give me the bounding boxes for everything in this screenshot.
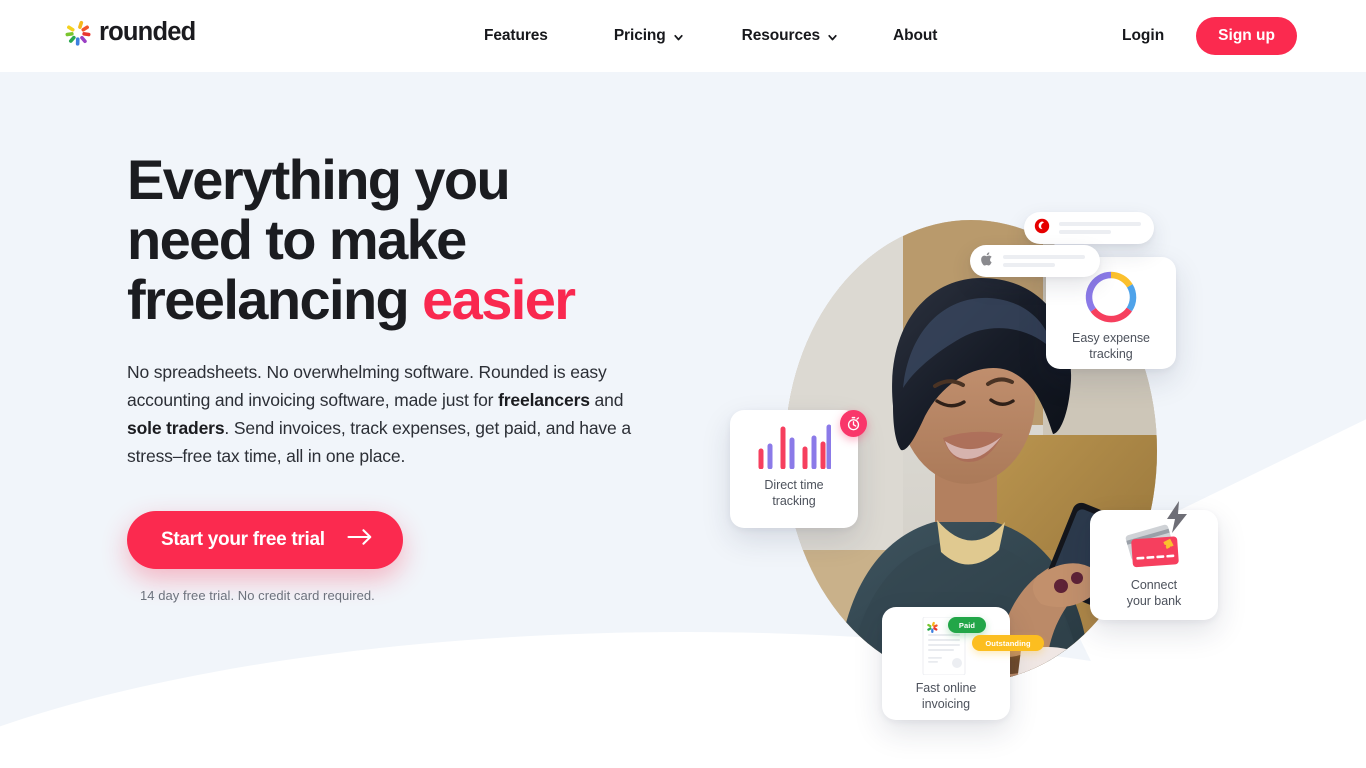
feature-card-time-line-2: tracking (772, 493, 816, 508)
brand-logo-link[interactable]: rounded (64, 18, 196, 47)
hero-cta-group: Start your free trial 14 day free trial.… (127, 511, 687, 603)
stopwatch-icon (840, 410, 867, 437)
lightning-bolt-icon (1164, 500, 1190, 539)
feature-card-invoicing-label: Fast online invoicing (916, 681, 977, 712)
hero-paragraph-bold-freelancers: freelancers (498, 390, 590, 410)
start-free-trial-button[interactable]: Start your free trial (127, 511, 403, 569)
top-navigation-bar: rounded Features Pricing Resources About… (0, 0, 1366, 72)
feature-card-expense-line-1: Easy expense (1072, 331, 1150, 345)
feature-card-time-line-1: Direct time (764, 478, 824, 492)
feature-card-bank-line-1: Connect (1130, 578, 1178, 592)
nav-item-about[interactable]: About (893, 27, 937, 45)
nav-account-actions: Login Sign up (1122, 0, 1297, 72)
primary-nav-links: Features Pricing Resources About (484, 0, 937, 72)
hero-title-line-2: need to make (127, 208, 467, 271)
feature-card-expense-line-2: tracking (1089, 346, 1133, 361)
feature-card-bank-label: Connect your bank (1126, 578, 1182, 609)
hero-title-accent: easier (422, 268, 576, 331)
rounded-petal-logo-icon (64, 19, 92, 47)
signup-button[interactable]: Sign up (1196, 17, 1297, 55)
hero-copy: Everything you need to make freelancing … (127, 150, 687, 603)
feature-card-invoicing-line-1: Fast online (915, 681, 977, 695)
notification-text-placeholder (1003, 255, 1085, 267)
arrow-right-icon (347, 528, 373, 552)
hero-title-line-3: freelancing (127, 268, 423, 331)
feature-card-expense-label: Easy expense tracking (1072, 331, 1150, 362)
status-badge-outstanding: Outstanding (972, 635, 1044, 651)
nav-item-pricing[interactable]: Pricing (614, 27, 684, 45)
brand-name: rounded (99, 18, 196, 47)
feature-card-invoicing-line-2: invoicing (921, 696, 971, 711)
free-trial-note: 14 day free trial. No credit card requir… (140, 588, 375, 603)
notification-pill-vodafone (1024, 212, 1154, 244)
apple-logo-icon (980, 251, 994, 272)
status-badge-paid: Paid (948, 617, 986, 633)
notification-pill-apple (970, 245, 1100, 277)
login-link[interactable]: Login (1122, 27, 1164, 45)
chevron-down-icon (827, 32, 838, 43)
hero-paragraph-bold-sole-traders: sole traders (127, 418, 225, 438)
feature-card-invoicing: Fast online invoicing (882, 607, 1010, 720)
hero-paragraph-part-2: and (589, 390, 624, 410)
nav-item-pricing-label: Pricing (613, 27, 666, 44)
landing-page: rounded Features Pricing Resources About… (0, 0, 1366, 768)
feature-card-bank-line-2: your bank (1126, 593, 1182, 608)
hero-illustration: Easy expense tracking Direct time tracki… (718, 132, 1278, 732)
nav-item-features-label: Features (484, 27, 548, 44)
feature-card-connect-bank: Connect your bank (1090, 510, 1218, 620)
notification-text-placeholder (1059, 222, 1141, 234)
vodafone-logo-icon (1034, 218, 1050, 239)
bar-chart-icon (757, 423, 832, 470)
donut-chart-icon (1085, 271, 1137, 323)
feature-card-time-tracking: Direct time tracking (730, 410, 858, 528)
hero-section: Everything you need to make freelancing … (0, 72, 1366, 768)
nav-item-resources[interactable]: Resources (742, 27, 838, 45)
nav-item-features[interactable]: Features (484, 27, 548, 45)
start-free-trial-label: Start your free trial (161, 529, 325, 550)
nav-item-resources-label: Resources (741, 27, 821, 44)
hero-paragraph: No spreadsheets. No overwhelming softwar… (127, 358, 655, 470)
nav-item-about-label: About (893, 27, 938, 44)
chevron-down-icon (673, 32, 684, 43)
page-title: Everything you need to make freelancing … (127, 150, 657, 330)
feature-card-time-label: Direct time tracking (764, 478, 823, 509)
hero-title-line-1: Everything you (127, 148, 511, 211)
